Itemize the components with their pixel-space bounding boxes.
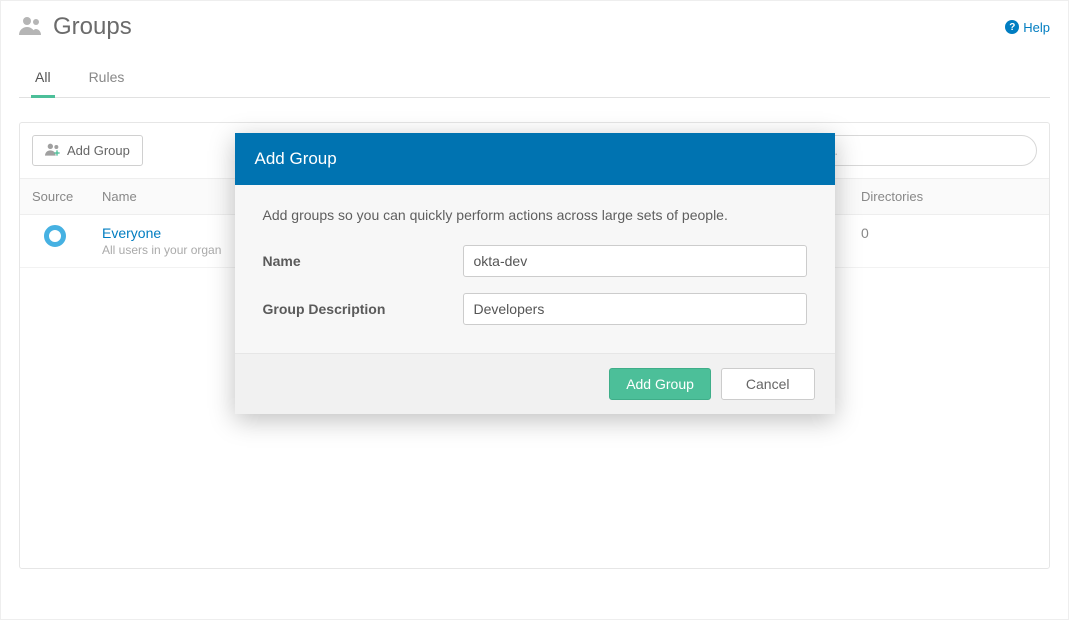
tab-rules[interactable]: Rules (85, 59, 129, 97)
group-source-icon (44, 225, 66, 247)
col-source: Source (20, 179, 90, 214)
name-field[interactable] (463, 245, 807, 277)
help-link[interactable]: ? Help (1005, 20, 1050, 35)
tab-all[interactable]: All (31, 59, 55, 98)
help-icon: ? (1005, 20, 1019, 34)
modal-title: Add Group (235, 133, 835, 185)
page-header: Groups ? Help (19, 13, 1050, 41)
description-field[interactable] (463, 293, 807, 325)
people-icon (19, 15, 43, 40)
name-label: Name (263, 253, 463, 269)
people-add-icon (45, 142, 61, 159)
page: Groups ? Help All Rules (0, 0, 1069, 620)
cancel-button[interactable]: Cancel (721, 368, 815, 400)
modal-add-button[interactable]: Add Group (609, 368, 711, 400)
add-group-button[interactable]: Add Group (32, 135, 143, 166)
add-group-modal: Add Group Add groups so you can quickly … (235, 133, 835, 414)
group-directories: 0 (849, 215, 1049, 267)
add-group-button-label: Add Group (67, 143, 130, 158)
tabs: All Rules (19, 59, 1050, 98)
page-title: Groups (53, 13, 132, 41)
help-label: Help (1023, 20, 1050, 35)
modal-intro: Add groups so you can quickly perform ac… (263, 207, 807, 223)
description-label: Group Description (263, 301, 463, 317)
col-directories: Directories (849, 179, 1049, 214)
